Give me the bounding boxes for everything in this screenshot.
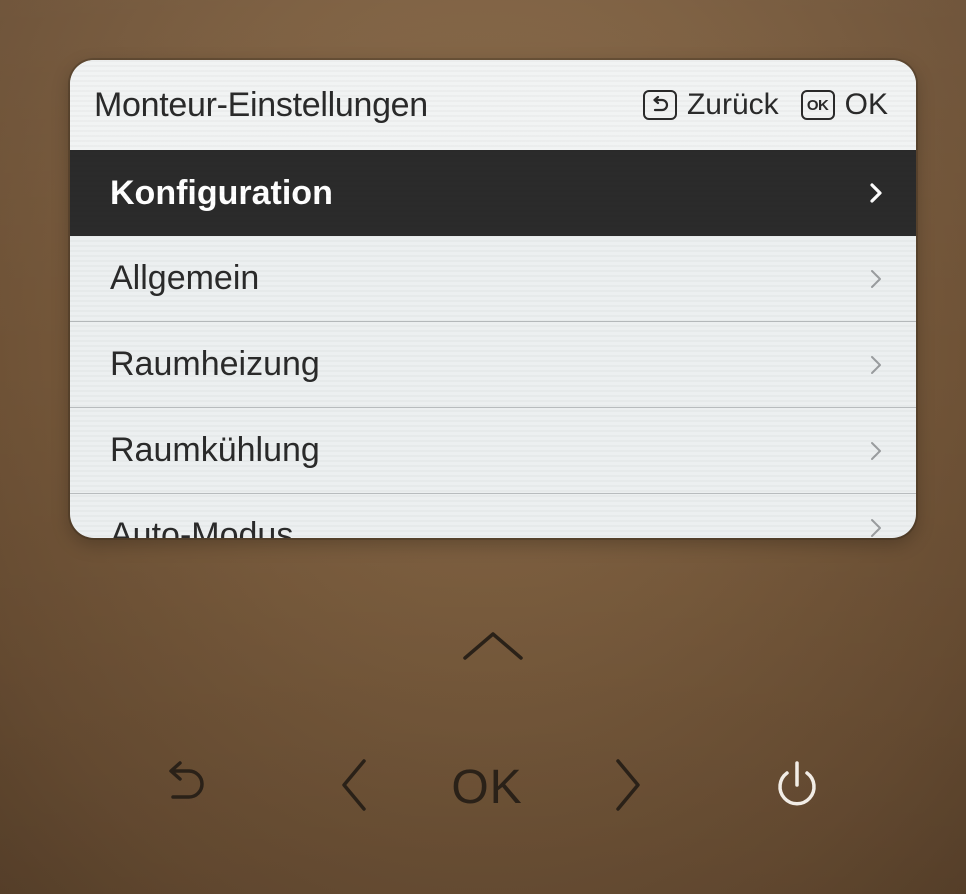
menu-item-auto-modus[interactable]: Auto-Modus [70,494,916,538]
chevron-right-icon [616,759,640,811]
right-button[interactable] [604,750,654,820]
back-hint-label: Zurück [686,88,779,121]
ok-hint-label: OK [844,88,888,121]
page-title: Monteur-Einstellungen [94,85,428,124]
back-key-icon [642,90,677,120]
menu-item-label: Raumkühlung [110,431,320,469]
screen-header: Monteur-Einstellungen Zurück OK OK [70,60,916,150]
chevron-right-icon [870,183,882,203]
menu-item-konfiguration[interactable]: Konfiguration [70,150,916,236]
settings-menu: Konfiguration Allgemein Raumheizung Raum… [70,150,916,538]
power-button[interactable] [762,748,832,824]
up-button[interactable] [458,620,528,670]
ok-key-icon: OK [800,90,835,120]
chevron-right-icon [871,441,881,460]
back-hint: Zurück [642,88,779,122]
chevron-right-icon [871,519,881,537]
chevron-left-icon [342,759,366,811]
ok-hint: OK OK [800,88,888,122]
menu-item-label: Konfiguration [110,173,333,212]
display-screen: Monteur-Einstellungen Zurück OK OK Konfi… [70,60,916,538]
chevron-right-icon [871,355,881,374]
menu-item-raumkuehlung[interactable]: Raumkühlung [70,408,916,494]
menu-item-label: Allgemein [110,259,260,297]
menu-item-raumheizung[interactable]: Raumheizung [70,322,916,408]
power-icon [778,761,816,806]
menu-item-label: Auto-Modus [110,516,294,538]
menu-item-allgemein[interactable]: Allgemein [70,236,916,322]
back-arrow-icon [169,761,204,799]
left-button[interactable] [328,750,378,820]
menu-item-label: Raumheizung [110,345,320,383]
back-button[interactable] [150,750,220,820]
chevron-right-icon [871,269,881,288]
ok-key-text: OK [806,96,829,114]
chevron-up-icon [463,632,523,660]
ok-button[interactable]: OK [432,752,542,822]
